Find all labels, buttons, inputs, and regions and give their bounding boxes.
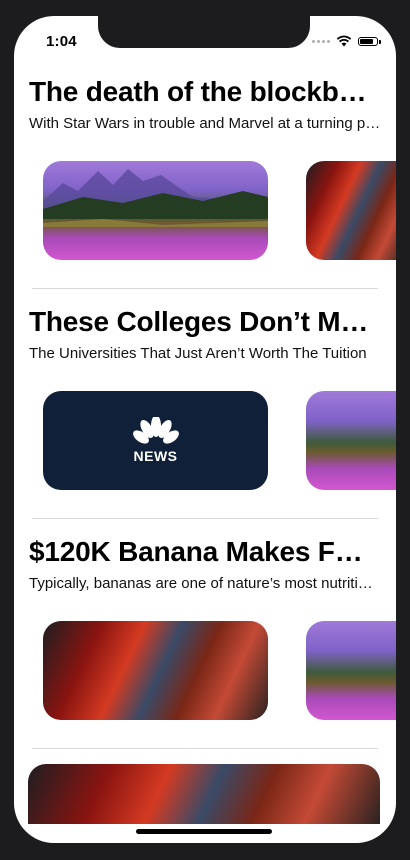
story-item[interactable]: $120K Banana Makes Fans Go Bananas Typic… [14,532,396,762]
story-title[interactable]: The death of the blockbuster? [29,76,374,108]
nbc-logo-text: NEWS [133,448,178,464]
notch [98,16,310,48]
wifi-icon [336,35,352,47]
device-frame: 1:04 The death of the blockbuster? With … [0,0,410,860]
mountain-lake-image[interactable] [306,391,396,490]
battery-icon [358,36,381,46]
divider [32,748,378,749]
mountain-silhouette [43,169,268,227]
mountain-lake-image[interactable] [306,621,396,720]
mountain-lake-image[interactable] [43,161,268,260]
story-subtitle: The Universities That Just Aren’t Worth … [29,345,367,362]
story-item[interactable]: These Colleges Don’t Make the Cut The Un… [14,302,396,532]
story-title[interactable]: $120K Banana Makes Fans Go Bananas [29,536,374,568]
divider [32,518,378,519]
superhero-image[interactable] [43,621,268,720]
divider [32,288,378,289]
story-item[interactable]: The death of the blockbuster? With Star … [14,72,396,302]
peacock-icon [132,417,179,444]
nbc-news-logo[interactable]: NEWS [43,391,268,490]
story-subtitle: Typically, bananas are one of nature’s m… [29,575,381,592]
home-indicator[interactable] [136,829,272,834]
cellular-signal-icon [312,39,330,43]
story-subtitle: With Star Wars in trouble and Marvel at … [29,115,381,132]
news-feed[interactable]: The death of the blockbuster? With Star … [14,72,396,762]
superhero-image[interactable] [28,764,380,824]
superhero-image[interactable] [306,161,396,260]
status-time: 1:04 [46,33,77,50]
status-icons [312,35,381,47]
screen: 1:04 The death of the blockbuster? With … [14,16,396,843]
story-title[interactable]: These Colleges Don’t Make the Cut [29,306,374,338]
nbc-logo: NEWS [132,417,180,464]
